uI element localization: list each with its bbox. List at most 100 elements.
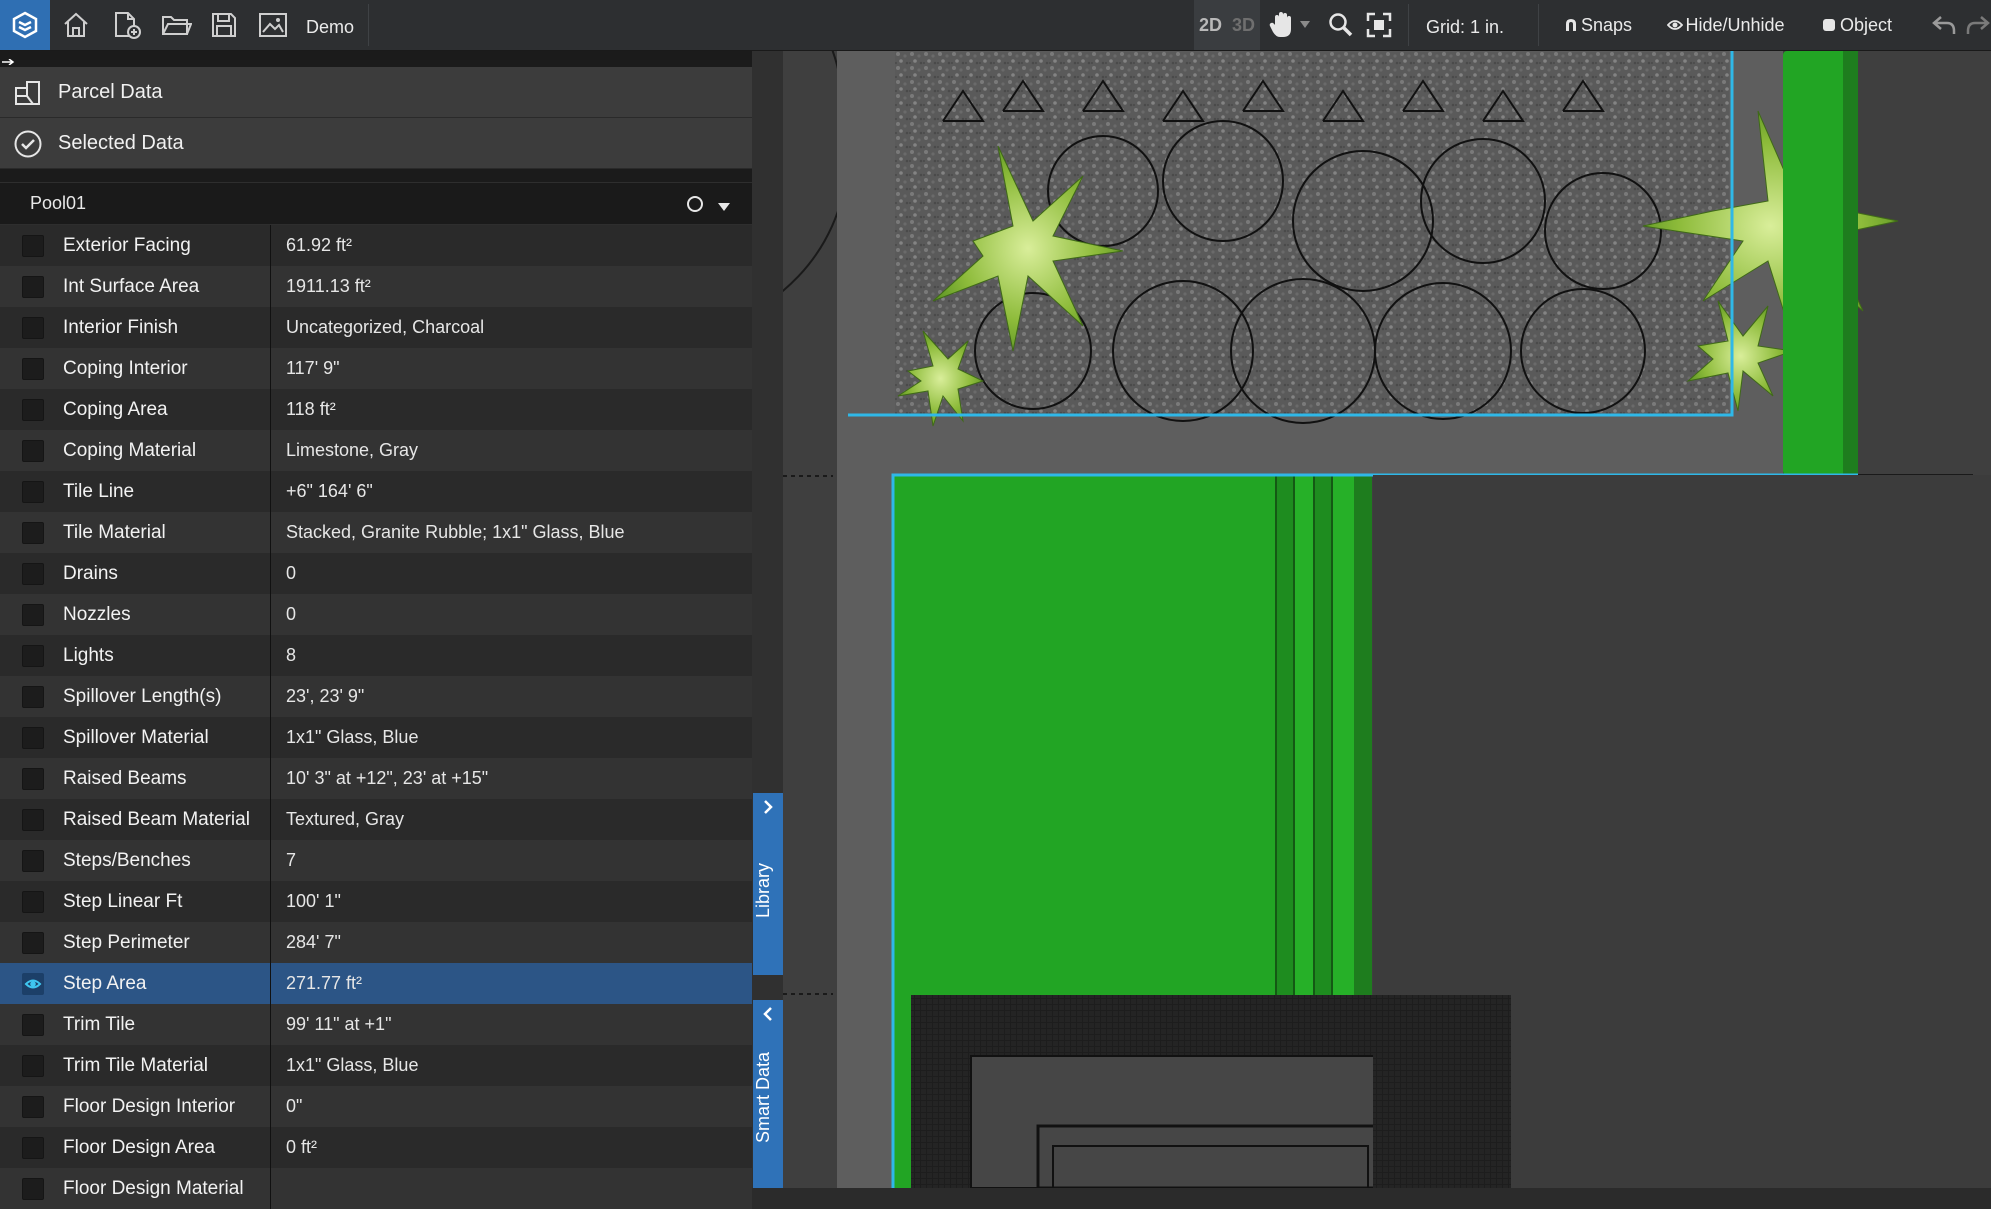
parcel-data-header[interactable]: Parcel Data <box>0 67 752 118</box>
toolbar-divider <box>368 4 369 46</box>
snaps-button[interactable]: Snaps <box>1560 0 1636 50</box>
row-checkbox[interactable] <box>22 399 44 421</box>
save-icon[interactable] <box>204 0 244 50</box>
zoom-icon[interactable] <box>1324 0 1358 50</box>
object-selector[interactable]: Pool01 <box>0 182 752 225</box>
row-label: Step Perimeter <box>63 932 190 953</box>
redo-icon[interactable] <box>1964 0 1991 50</box>
panel-pin-icon[interactable] <box>2 52 16 66</box>
table-row[interactable]: Floor Design Interior 0" <box>0 1086 752 1127</box>
row-checkbox[interactable] <box>22 891 44 913</box>
row-checkbox[interactable] <box>22 809 44 831</box>
pan-hand-icon[interactable] <box>1264 0 1298 50</box>
table-row[interactable]: Nozzles 0 <box>0 594 752 635</box>
row-checkbox[interactable] <box>22 645 44 667</box>
data-table: Exterior Facing 61.92 ft² Int Surface Area… <box>0 225 752 1209</box>
table-row[interactable]: Steps/Benches 7 <box>0 840 752 881</box>
row-checkbox[interactable] <box>22 317 44 339</box>
row-checkbox[interactable] <box>22 440 44 462</box>
design-canvas[interactable] <box>783 51 1991 1188</box>
object-button[interactable]: Object <box>1818 0 1896 50</box>
view-3d-button[interactable]: 3D <box>1232 15 1255 36</box>
table-row[interactable]: Floor Design Area 0 ft² <box>0 1127 752 1168</box>
chevron-down-icon[interactable] <box>718 199 730 211</box>
table-row[interactable]: Exterior Facing 61.92 ft² <box>0 225 752 266</box>
table-row[interactable]: Raised Beam Material Textured, Gray <box>0 799 752 840</box>
row-label: Steps/Benches <box>63 850 191 871</box>
smart-data-tab[interactable]: Smart Data <box>753 1000 783 1188</box>
app-logo-icon[interactable] <box>0 0 50 50</box>
row-checkbox[interactable] <box>22 727 44 749</box>
row-checkbox[interactable] <box>22 358 44 380</box>
row-value: Limestone, Gray <box>286 440 419 460</box>
grid-size-label[interactable]: Grid: 1 in. <box>1426 0 1504 50</box>
column-divider <box>270 1086 271 1127</box>
table-row[interactable]: Step Area 271.77 ft² <box>0 963 752 1004</box>
snaps-label: Snaps <box>1580 14 1633 35</box>
table-row[interactable]: Tile Material Stacked, Granite Rubble; 1x… <box>0 512 752 553</box>
home-icon[interactable] <box>56 0 96 50</box>
selected-data-header[interactable]: Selected Data <box>0 118 752 169</box>
table-row[interactable]: Interior Finish Uncategorized, Charcoal <box>0 307 752 348</box>
row-checkbox[interactable] <box>22 522 44 544</box>
column-divider <box>270 512 271 553</box>
row-checkbox[interactable] <box>22 563 44 585</box>
row-label: Tile Material <box>63 522 166 543</box>
site-plan-drawing[interactable] <box>783 51 1991 1188</box>
table-row[interactable]: Spillover Length(s) 23', 23' 9" <box>0 676 752 717</box>
open-folder-icon[interactable] <box>156 0 196 50</box>
row-label: Floor Design Area <box>63 1137 216 1158</box>
target-icon[interactable] <box>686 195 704 213</box>
row-checkbox[interactable] <box>22 235 44 257</box>
row-label: Interior Finish <box>63 317 179 338</box>
row-value: +6" 164' 6" <box>286 481 373 501</box>
table-row[interactable]: Int Surface Area 1911.13 ft² <box>0 266 752 307</box>
row-checkbox[interactable] <box>22 1096 44 1118</box>
row-checkbox[interactable] <box>22 768 44 790</box>
library-tab[interactable]: Library <box>753 793 783 975</box>
row-value: 99' 11" at +1" <box>286 1014 392 1034</box>
table-row[interactable]: Floor Design Material <box>0 1168 752 1209</box>
table-row[interactable]: Raised Beams 10' 3" at +12", 23' at +15" <box>0 758 752 799</box>
chevron-down-icon[interactable] <box>1298 0 1312 50</box>
visibility-eye-icon[interactable] <box>22 973 44 995</box>
row-checkbox[interactable] <box>22 1178 44 1200</box>
row-checkbox[interactable] <box>22 932 44 954</box>
column-divider <box>270 840 271 881</box>
row-checkbox[interactable] <box>22 1014 44 1036</box>
column-divider <box>270 881 271 922</box>
row-checkbox[interactable] <box>22 481 44 503</box>
table-row[interactable]: Coping Area 118 ft² <box>0 389 752 430</box>
table-row[interactable]: Spillover Material 1x1" Glass, Blue <box>0 717 752 758</box>
hide-unhide-button[interactable]: Hide/Unhide <box>1664 0 1788 50</box>
table-row[interactable]: Tile Line +6" 164' 6" <box>0 471 752 512</box>
row-label: Step Area <box>63 973 147 994</box>
row-value: 0 <box>286 563 297 583</box>
table-row[interactable]: Lights 8 <box>0 635 752 676</box>
table-row[interactable]: Coping Interior 117' 9" <box>0 348 752 389</box>
row-value: 0 ft² <box>286 1137 318 1157</box>
column-divider <box>270 799 271 840</box>
row-checkbox[interactable] <box>22 276 44 298</box>
undo-icon[interactable] <box>1926 0 1962 50</box>
row-checkbox[interactable] <box>22 604 44 626</box>
row-checkbox[interactable] <box>22 1055 44 1077</box>
top-toolbar: Demo 2D 3D Grid: 1 in. Snaps Hide/Unhide… <box>0 0 1991 51</box>
project-name[interactable]: Demo <box>306 0 354 50</box>
view-2d-button[interactable]: 2D <box>1199 15 1222 36</box>
row-checkbox[interactable] <box>22 686 44 708</box>
column-divider <box>270 225 271 266</box>
row-checkbox[interactable] <box>22 850 44 872</box>
row-checkbox[interactable] <box>22 1137 44 1159</box>
table-row[interactable]: Drains 0 <box>0 553 752 594</box>
image-export-icon[interactable] <box>253 0 293 50</box>
row-value: 1x1" Glass, Blue <box>286 1055 419 1075</box>
library-tab-label: Library <box>753 863 773 919</box>
table-row[interactable]: Step Perimeter 284' 7" <box>0 922 752 963</box>
table-row[interactable]: Step Linear Ft 100' 1" <box>0 881 752 922</box>
table-row[interactable]: Trim Tile Material 1x1" Glass, Blue <box>0 1045 752 1086</box>
table-row[interactable]: Trim Tile 99' 11" at +1" <box>0 1004 752 1045</box>
table-row[interactable]: Coping Material Limestone, Gray <box>0 430 752 471</box>
zoom-extents-icon[interactable] <box>1362 0 1396 50</box>
new-file-icon[interactable] <box>106 0 146 50</box>
